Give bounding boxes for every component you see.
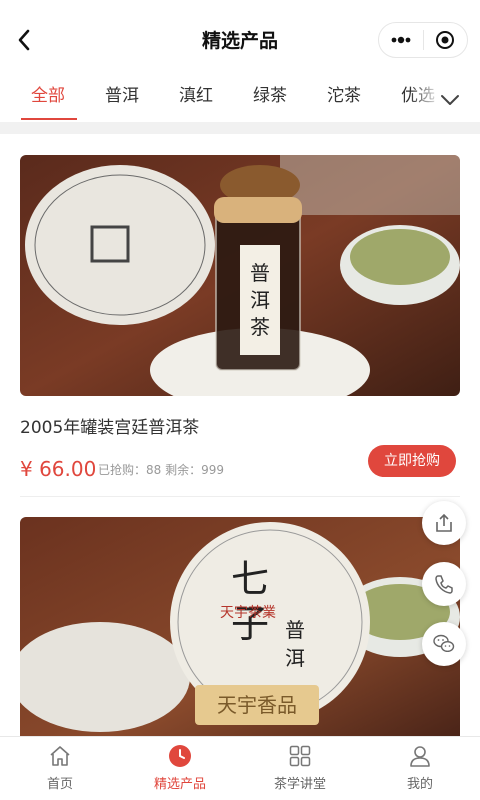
category-tabs: 全部 普洱 滇红 绿茶 沱茶 优选 (0, 80, 480, 122)
product-price: ¥ 66.00 (20, 457, 97, 481)
phone-icon (435, 575, 453, 594)
tab-tuocha[interactable]: 沱茶 (327, 84, 361, 120)
user-icon (407, 743, 433, 769)
svg-text:普: 普 (285, 618, 305, 642)
product-name: 2005年罐装宫廷普洱茶 (20, 418, 200, 438)
tea-photo: 普 洱 茶 (20, 155, 460, 396)
close-program-button[interactable] (424, 23, 468, 57)
nav-label: 精选产品 (153, 777, 206, 792)
more-button[interactable] (379, 23, 423, 57)
svg-text:茶: 茶 (250, 315, 270, 339)
tea-photo: 七 子 普 洱 天宇茶業 天宇香品 (20, 517, 460, 737)
product-card[interactable]: 普 洱 茶 2005年罐装宫廷普洱茶 ¥ 66.00 已抢购：88 剩余：999… (20, 155, 460, 497)
nav-item-featured[interactable]: 精选产品 (120, 737, 240, 800)
grid-icon (287, 743, 313, 769)
svg-text:天宇茶業: 天宇茶業 (220, 605, 276, 621)
bottom-nav: 首页 精选产品 茶学讲堂 我的 (0, 736, 480, 800)
svg-text:七: 七 (231, 557, 269, 601)
target-icon (436, 31, 455, 49)
svg-text:普: 普 (250, 261, 270, 285)
product-card[interactable]: 七 子 普 洱 天宇茶業 天宇香品 (20, 517, 460, 737)
card-divider (20, 496, 460, 497)
tab-dianhong[interactable]: 滇红 (179, 84, 213, 120)
tabs-expand-button[interactable] (438, 88, 462, 112)
clock-icon (167, 743, 193, 769)
nav-item-lectures[interactable]: 茶学讲堂 (240, 737, 360, 800)
tab-puer[interactable]: 普洱 (105, 84, 139, 120)
share-icon (436, 513, 452, 532)
chevron-down-icon (441, 95, 459, 105)
nav-item-profile[interactable]: 我的 (360, 737, 480, 800)
tab-all[interactable]: 全部 (31, 84, 65, 120)
active-tab-indicator (21, 118, 77, 120)
nav-label: 我的 (406, 777, 433, 792)
product-image[interactable]: 七 子 普 洱 天宇茶業 天宇香品 (20, 517, 460, 737)
nav-label: 茶学讲堂 (273, 777, 326, 792)
svg-text:天宇香品: 天宇香品 (217, 693, 297, 717)
nav-label: 首页 (46, 777, 73, 792)
svg-text:洱: 洱 (285, 646, 305, 670)
nav-item-home[interactable]: 首页 (0, 737, 120, 800)
section-gap (0, 122, 480, 134)
mini-program-capsule (378, 22, 468, 58)
product-image[interactable]: 普 洱 茶 (20, 155, 460, 396)
wechat-icon (433, 634, 455, 653)
phone-button[interactable] (422, 562, 466, 606)
tab-green-tea[interactable]: 绿茶 (253, 84, 287, 120)
more-dots-icon (391, 36, 411, 44)
share-button[interactable] (422, 501, 466, 545)
wechat-button[interactable] (422, 622, 466, 666)
svg-text:洱: 洱 (250, 288, 270, 312)
product-stats: 已抢购：88 剩余：999 (98, 463, 224, 477)
home-icon (47, 743, 73, 769)
buy-now-button[interactable]: 立即抢购 (368, 445, 456, 477)
header: 精选产品 (0, 0, 480, 80)
